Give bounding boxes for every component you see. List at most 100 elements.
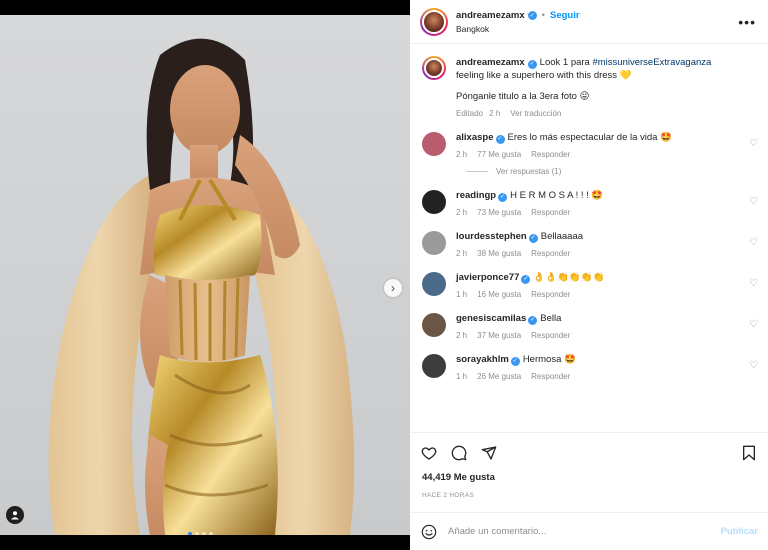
user-tag-button[interactable] [6, 506, 24, 524]
comments-list[interactable]: andreamezamx ✓ Look 1 para #missuniverseEx… [410, 44, 768, 432]
comment-text: Eres lo más espectacular de la vida 🤩 [507, 132, 672, 143]
comment-like-icon[interactable]: ♡ [749, 138, 758, 149]
verified-icon: ✓ [527, 60, 537, 69]
comment-time: 2 h [456, 150, 468, 159]
like-button[interactable] [420, 444, 438, 462]
commenter-avatar[interactable] [422, 190, 446, 214]
photo-illustration [48, 38, 354, 535]
reply-button[interactable]: Responder [531, 150, 570, 159]
comment-likes[interactable]: 37 Me gusta [477, 331, 521, 340]
commenter-avatar[interactable] [422, 354, 446, 378]
comment-like-icon[interactable]: ♡ [749, 196, 758, 207]
next-photo-button[interactable]: › [384, 279, 402, 297]
commenter-username[interactable]: genesiscamilas [456, 313, 526, 324]
post-location[interactable]: Bangkok [456, 24, 580, 34]
commenter-username[interactable]: alixaspe [456, 132, 494, 143]
reply-button[interactable]: Responder [531, 372, 570, 381]
comment-like-icon[interactable]: ♡ [749, 319, 758, 330]
verified-icon: ✓ [521, 274, 531, 284]
comment-text: H E R M O S A ! ! ! 🤩 [510, 190, 604, 201]
verified-icon: ✓ [495, 134, 505, 144]
likes-count[interactable]: 44,419 Me gusta [410, 472, 768, 488]
comment-rows: alixaspe ✓ Eres lo más espectacular de la … [420, 132, 758, 381]
replies-divider [466, 171, 488, 172]
author-avatar[interactable] [420, 7, 448, 36]
emoji-button[interactable] [420, 523, 438, 541]
comment-button[interactable] [450, 444, 468, 462]
caption-text: Look 1 para [539, 57, 593, 68]
heart-icon [421, 446, 437, 460]
comment-likes[interactable]: 16 Me gusta [477, 290, 521, 299]
comment-item: alixaspe ✓ Eres lo más espectacular de la … [420, 132, 758, 159]
comment-text: Hermosa 🤩 [522, 354, 576, 365]
verified-icon: ✓ [527, 10, 537, 20]
commenter-username[interactable]: javierponce77 [456, 272, 519, 283]
comment-icon [451, 445, 467, 460]
carousel-dot [188, 532, 192, 535]
view-replies-button[interactable]: Ver respuestas (1) [466, 167, 758, 176]
post-comment-button[interactable]: Publicar [721, 526, 759, 537]
comment-like-icon[interactable]: ♡ [749, 278, 758, 289]
comment-composer: Publicar [410, 512, 768, 550]
verified-icon: ✓ [528, 315, 538, 325]
follow-button[interactable]: Seguir [550, 10, 580, 21]
comment-item: sorayakhlm ✓ Hermosa 🤩 1 h 26 Me gusta Respon… [420, 354, 758, 381]
comment-time: 2 h [456, 331, 468, 340]
reply-button[interactable]: Responder [531, 290, 570, 299]
comment-like-icon[interactable]: ♡ [749, 237, 758, 248]
caption: andreamezamx ✓ Look 1 para #missuniverseEx… [420, 56, 758, 118]
reply-button[interactable]: Responder [531, 249, 570, 258]
caption-text-2: feeling like a superhero with this dress… [456, 70, 632, 81]
media-pane: › [0, 0, 410, 550]
comment-likes[interactable]: 73 Me gusta [477, 208, 521, 217]
commenter-username[interactable]: lourdesstephen [456, 231, 527, 242]
share-button[interactable] [480, 444, 498, 462]
bookmark-icon [743, 445, 755, 460]
more-icon[interactable]: ••• [738, 14, 756, 30]
comment-text: 👌👌👏👏👏👏 [533, 272, 605, 283]
comment-item: genesiscamilas ✓ Bella 2 h 37 Me gusta Respon… [420, 313, 758, 340]
reply-button[interactable]: Responder [531, 331, 570, 340]
separator: • [541, 9, 545, 21]
author-username[interactable]: andreamezamx [456, 10, 525, 21]
carousel-dot [202, 532, 206, 535]
comment-likes[interactable]: 77 Me gusta [477, 150, 521, 159]
action-bar [410, 432, 768, 472]
verified-icon: ✓ [498, 192, 508, 202]
reply-button[interactable]: Responder [531, 208, 570, 217]
verified-icon: ✓ [510, 356, 520, 366]
emoji-icon [421, 524, 437, 539]
post-photo[interactable]: › [0, 15, 410, 535]
caption-hashtag[interactable]: #missuniverseExtravaganza [592, 57, 711, 68]
commenter-avatar[interactable] [422, 231, 446, 255]
caption-username[interactable]: andreamezamx [456, 57, 525, 68]
comment-item: javierponce77 ✓ 👌👌👏👏👏👏 1 h 16 Me gusta Respon… [420, 272, 758, 299]
comment-like-icon[interactable]: ♡ [749, 360, 758, 371]
save-button[interactable] [740, 444, 758, 462]
caption-line-2: Pónganle titulo a la 3era foto 😜 [456, 91, 590, 102]
share-icon [481, 445, 497, 460]
commenter-username[interactable]: readingp [456, 190, 496, 201]
comment-likes[interactable]: 38 Me gusta [477, 249, 521, 258]
caption-time: 2 h [489, 109, 501, 118]
user-tag-icon [11, 511, 19, 520]
comment-time: 1 h [456, 290, 468, 299]
commenter-username[interactable]: sorayakhlm [456, 354, 509, 365]
comment-input[interactable] [448, 526, 721, 537]
comment-time: 1 h [456, 372, 468, 381]
verified-icon: ✓ [528, 233, 538, 243]
caption-avatar[interactable] [422, 56, 446, 80]
commenter-avatar[interactable] [422, 313, 446, 337]
posted-time: HACE 2 HORAS [422, 492, 475, 499]
commenter-avatar[interactable] [422, 272, 446, 296]
edited-label: Editado [456, 109, 484, 118]
comment-item: lourdesstephen ✓ Bellaaaaa 2 h 38 Me gusta Re… [420, 231, 758, 258]
comment-time: 2 h [456, 208, 468, 217]
comment-item: readingp ✓ H E R M O S A ! ! ! 🤩 2 h 73 Me g… [420, 190, 758, 217]
commenter-avatar[interactable] [422, 132, 446, 156]
chevron-right-icon: › [391, 281, 395, 295]
view-replies-label: Ver respuestas (1) [496, 167, 562, 176]
translation-link[interactable]: Ver traducción [510, 109, 561, 118]
comment-likes[interactable]: 26 Me gusta [477, 372, 521, 381]
carousel-dot [195, 532, 199, 535]
